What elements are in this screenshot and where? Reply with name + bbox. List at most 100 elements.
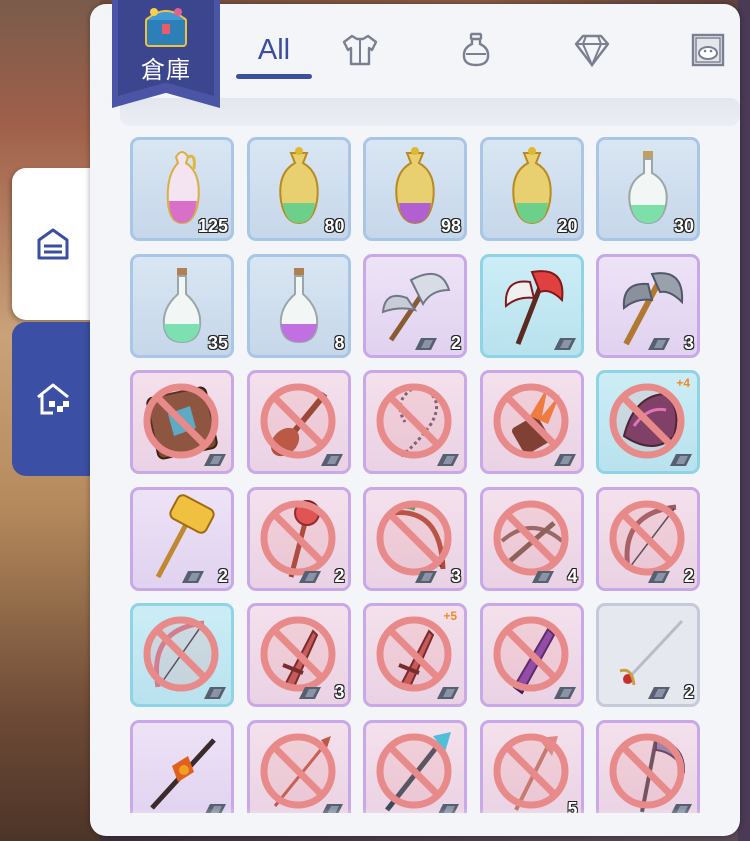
forbidden-icon (609, 733, 685, 808)
inventory-slot-spell-book[interactable] (130, 370, 234, 474)
dark-spear-icon (150, 737, 216, 810)
lock-slot-icon (298, 570, 321, 583)
inventory-slot-demon-claw[interactable]: +4 (596, 370, 700, 474)
forbidden-icon (609, 383, 685, 459)
silver-battle-axe-icon (381, 272, 451, 341)
side-tab-guild-storage[interactable] (12, 322, 94, 476)
item-quantity: 8 (334, 332, 345, 353)
lock-slot-icon (648, 570, 670, 583)
grid-scroll-fade (96, 808, 736, 832)
forbidden-icon (493, 733, 568, 808)
inventory-slot-golden-hammer[interactable]: 2 (130, 486, 234, 591)
lock-slot-icon (204, 454, 226, 466)
forbidden-icon (609, 500, 685, 575)
tab-consumables[interactable] (438, 19, 514, 81)
lock-slot-icon (553, 687, 576, 699)
item-quantity: 4 (567, 565, 578, 586)
lock-slot-icon (648, 687, 670, 699)
inventory-slot-green-bottle[interactable]: 35 (130, 253, 234, 358)
gem-icon (574, 34, 610, 68)
forbidden-icon (260, 383, 335, 459)
item-quantity: 2 (450, 332, 461, 353)
lock-slot-icon (204, 687, 226, 699)
inventory-slot-red-axe[interactable] (479, 253, 584, 358)
golden-hammer-icon (155, 493, 215, 578)
inventory-slot-red-dagger[interactable]: +5 (363, 603, 467, 707)
inventory-slot-rosary-whip[interactable] (363, 370, 467, 474)
forbidden-icon (143, 383, 219, 459)
treasure-chest-icon (145, 8, 187, 47)
forbidden-icon (143, 616, 219, 692)
lock-slot-icon (415, 337, 437, 350)
inventory-slot-pink-staff[interactable]: 5 (479, 719, 584, 813)
lock-slot-icon (415, 570, 437, 583)
inventory-slot-purple-ornate-flask[interactable]: 98 (363, 137, 467, 241)
forbidden-icon (260, 733, 335, 808)
item-quantity: 80 (324, 216, 345, 236)
item-quantity: 20 (557, 216, 578, 236)
inventory-slot-wooden-axe[interactable]: 3 (596, 253, 700, 358)
inventory-slot-pink-bow[interactable] (130, 603, 234, 707)
tab-cards[interactable] (670, 19, 746, 81)
storage-box-icon (37, 228, 69, 260)
inventory-slot-purple-bottle[interactable]: 8 (246, 253, 351, 358)
inventory-slot-guitar[interactable] (246, 370, 351, 474)
forbidden-icon (260, 500, 335, 575)
red-axe-icon (504, 269, 563, 345)
inventory-slot-long-bow[interactable]: 2 (596, 486, 700, 591)
item-quantity: 125 (197, 216, 228, 236)
forbidden-icon (376, 616, 452, 692)
forbidden-icon (376, 500, 452, 575)
inventory-slot-pink-potion-vial[interactable]: 125 (130, 137, 234, 241)
lock-slot-icon (648, 337, 670, 350)
inventory-slot-green-ornate-flask[interactable]: 80 (246, 137, 351, 241)
inventory-slot-green-ornate-flask[interactable]: 20 (479, 137, 584, 241)
lock-slot-icon (298, 687, 321, 699)
lock-slot-icon (437, 454, 459, 466)
inventory-slot-crossbow[interactable]: 4 (479, 486, 584, 591)
guild-house-icon (37, 383, 69, 415)
inventory-slot-purple-spear-tip[interactable] (479, 603, 584, 707)
storage-title: 倉庫 (141, 56, 191, 84)
rapier-icon (619, 619, 684, 686)
tab-active-indicator (236, 74, 312, 79)
inventory-slot-blue-trident[interactable] (363, 719, 467, 813)
item-quantity: 2 (683, 682, 694, 702)
potion-icon (462, 32, 490, 67)
inventory-slot-silver-battle-axe[interactable]: 2 (363, 253, 467, 358)
storage-banner: 倉庫 (108, 0, 224, 112)
inventory-slot-thin-spear[interactable] (246, 719, 351, 813)
item-quantity: 2 (334, 565, 345, 586)
inventory-slot-dark-spear[interactable] (130, 719, 234, 813)
item-quantity: 30 (673, 216, 694, 236)
inventory-slot-scythe[interactable] (596, 719, 700, 813)
inventory-slot-rapier[interactable]: 2 (596, 603, 700, 707)
purple-bottle-icon (279, 267, 318, 343)
lock-slot-icon (531, 570, 554, 583)
armor-icon (342, 34, 378, 66)
forbidden-icon (376, 733, 452, 808)
tab-all-label: All (257, 33, 291, 66)
item-quantity: 3 (450, 565, 461, 586)
inventory-slot-green-round-flask[interactable]: 30 (596, 137, 700, 241)
tab-equipment[interactable] (322, 19, 398, 81)
inventory-slot-flame-katar[interactable] (479, 370, 584, 474)
forbidden-icon (493, 616, 568, 692)
forbidden-icon (493, 500, 568, 575)
tab-materials[interactable] (554, 19, 630, 81)
refine-level: +4 (676, 376, 690, 390)
tab-all[interactable]: All (236, 19, 312, 81)
side-tab-storage[interactable] (12, 168, 94, 320)
lock-slot-icon (320, 454, 343, 466)
forbidden-icon (376, 383, 452, 459)
inventory-slot-red-mace[interactable]: 2 (246, 486, 351, 591)
lock-slot-icon (553, 337, 576, 350)
inventory-slot-red-dagger[interactable]: 3 (246, 603, 351, 707)
forbidden-icon (493, 383, 568, 459)
lock-slot-icon (553, 454, 576, 466)
refine-level: +5 (443, 609, 457, 623)
lock-slot-icon (670, 454, 692, 466)
item-grid: 125 80 98 20 30 35 8 2 3 +4 2 2 3 4 2 3 +5 2 5 (130, 137, 704, 813)
forbidden-icon (260, 616, 335, 692)
inventory-slot-vine-bow[interactable]: 3 (363, 486, 467, 591)
